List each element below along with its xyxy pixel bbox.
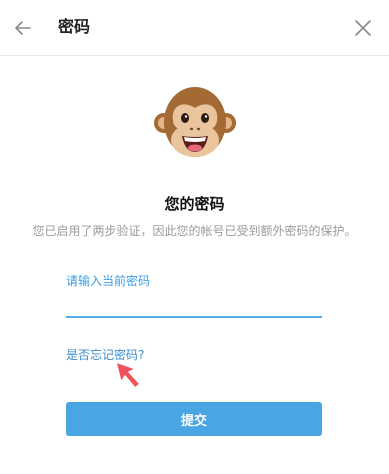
back-button[interactable] [10, 15, 36, 41]
submit-button[interactable]: 提交 [66, 402, 322, 436]
close-button[interactable] [351, 16, 375, 40]
section-description: 您已启用了两步验证，因此您的帐号已受到额外密码的保护。 [32, 224, 357, 238]
close-icon [351, 16, 375, 40]
dialog-title: 密码 [58, 17, 91, 36]
mouse-cursor-icon [114, 360, 146, 390]
dialog-header: 密码 [0, 0, 389, 56]
monkey-face-icon [153, 84, 237, 162]
section-title: 您的密码 [164, 195, 225, 213]
password-field-label: 请输入当前密码 [66, 274, 151, 288]
password-dialog: 密码 您的密码 您已启用了两步验证，因此您的帐号已受到额外密码的保护。 请输入当… [0, 0, 389, 474]
current-password-input[interactable] [66, 292, 322, 318]
arrow-left-icon [10, 15, 36, 41]
